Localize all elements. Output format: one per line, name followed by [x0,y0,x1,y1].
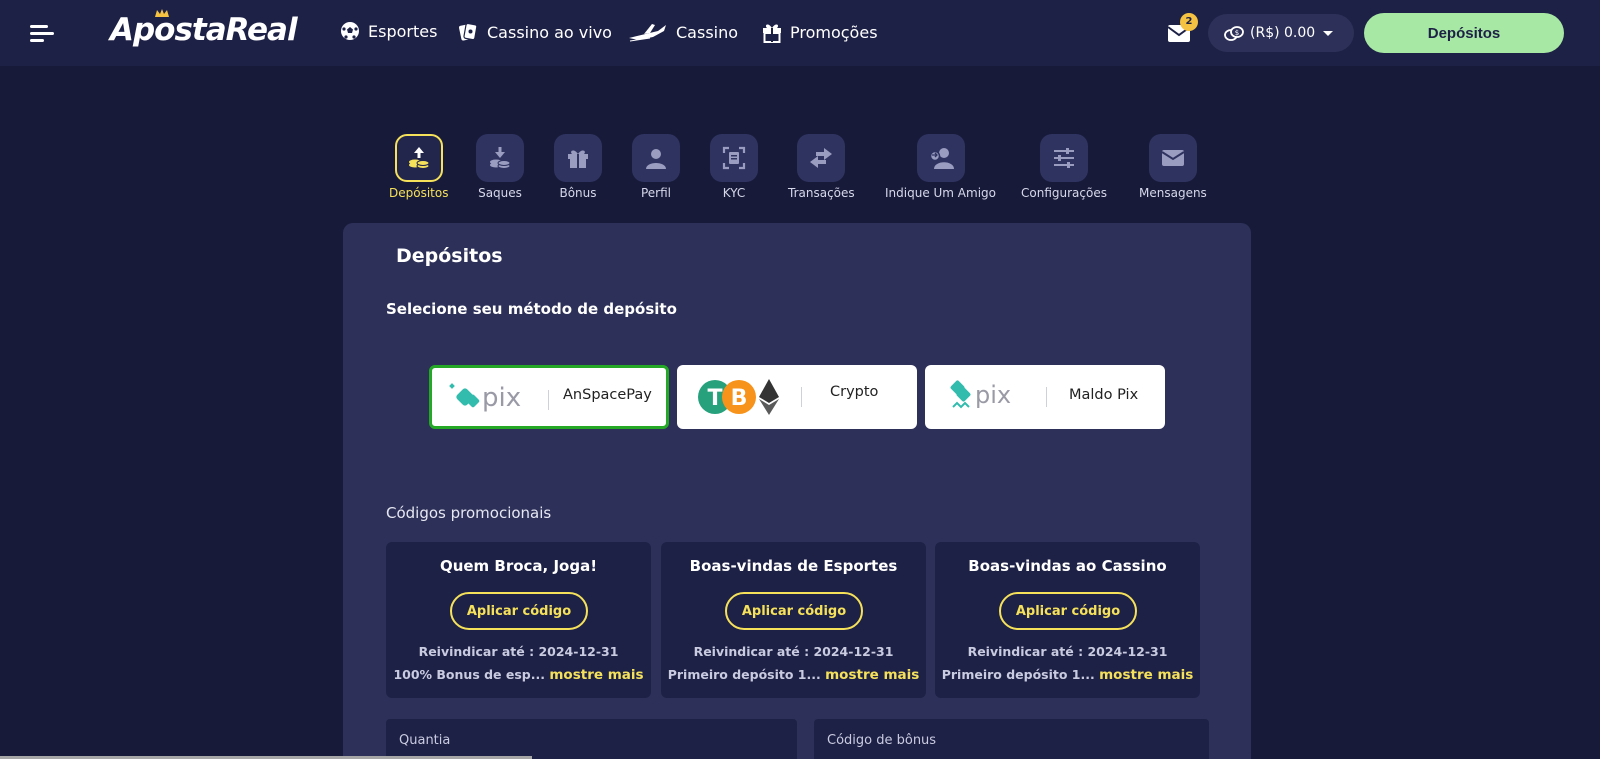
method-maldo-pix[interactable]: pix Maldo Pix [925,365,1165,429]
refer-friend-icon [916,134,965,182]
tab-label: Depósitos [389,186,449,200]
gift-icon [554,134,602,182]
transfer-arrows-icon [797,134,846,182]
deposit-button[interactable]: Depósitos [1364,13,1564,53]
tab-transacoes[interactable]: Transações [788,134,855,200]
soccer-ball-icon [341,22,359,40]
method-anspacepay[interactable]: pix AnSpacePay [429,365,669,429]
tab-mensagens[interactable]: Mensagens [1139,134,1207,200]
gift-icon [763,24,781,43]
nav-label: Promoções [790,22,878,42]
apply-code-button[interactable]: Aplicar código [725,592,863,630]
crypto-coins-icon: TB [698,379,779,415]
tab-indique-um-amigo[interactable]: Indique Um Amigo [885,134,996,200]
promo-description: Primeiro depósito 1... mostre mais [661,667,926,683]
method-name: Maldo Pix [1069,387,1139,403]
promo-title: Quem Broca, Joga! [439,557,598,575]
show-more-link[interactable]: mostre mais [825,667,919,683]
pix-logo-icon: pix [449,383,521,413]
svg-text:T: T [707,386,722,411]
chevron-down-icon [1323,31,1334,36]
nav-label: Cassino ao vivo [487,22,612,42]
promo-desc-text: 100% Bonus de esp... [393,667,545,682]
bonus-code-label: Código de bônus [827,733,937,748]
divider [801,387,802,407]
tab-configuracoes[interactable]: Configurações [1021,134,1107,200]
balance-amount: (R$) 0.00 [1250,25,1316,41]
show-more-link[interactable]: mostre mais [1099,667,1193,683]
crown-icon [155,9,169,17]
svg-text:B: B [731,386,748,411]
promo-heading: Códigos promocionais [386,504,552,522]
method-name: AnSpacePay [563,387,652,403]
promo-title: Boas-vindas de Esportes [689,557,898,575]
promo-title: Boas-vindas ao Cassino [968,557,1167,575]
tab-label: Perfil [640,186,672,200]
claim-deadline: Reivindicar até : 2024-12-31 [693,644,894,659]
tab-label: Saques [478,186,522,200]
nav-cassino-ao-vivo[interactable]: Cassino ao vivo [457,21,612,43]
bonus-code-field[interactable]: Código de bônus [814,719,1209,759]
user-icon [632,134,680,182]
envelope-icon [1148,134,1197,182]
tab-kyc[interactable]: KYC [710,134,758,200]
id-scan-icon [710,134,758,182]
method-prompt: Selecione seu método de depósito [386,300,677,318]
show-more-link[interactable]: mostre mais [549,667,643,683]
tab-label: Bônus [559,186,597,200]
divider [1046,387,1047,407]
page-title: Depósitos [396,245,503,267]
cards-icon [459,22,478,41]
tab-perfil[interactable]: Perfil [632,134,680,200]
promo-desc-text: Primeiro depósito 1... [941,667,1095,682]
tab-label: Indique Um Amigo [885,186,996,200]
tab-label: Mensagens [1139,186,1207,200]
nav-esportes[interactable]: Esportes [340,21,437,41]
tab-label: Configurações [1021,186,1107,200]
tab-label: KYC [722,186,746,200]
sliders-icon [1039,134,1088,182]
claim-deadline: Reivindicar até : 2024-12-31 [967,644,1168,659]
method-name: Crypto [830,384,879,400]
apply-code-button[interactable]: Aplicar código [450,592,588,630]
balance-dropdown[interactable]: $ (R$) 0.00 [1208,14,1354,52]
svg-text:pix: pix [975,381,1011,409]
pix-logo-icon: pix [950,380,1011,409]
divider [548,390,549,410]
airplane-icon [629,24,666,42]
nav-cassino[interactable]: Cassino [628,21,738,43]
promo-card: Boas-vindas de Esportes Aplicar código R… [661,542,926,698]
method-crypto[interactable]: TB Crypto [677,365,917,429]
tab-bonus[interactable]: Bônus [554,134,602,200]
nav-label: Cassino [676,22,739,42]
nav-label: Esportes [368,21,438,41]
promo-card: Quem Broca, Joga! Aplicar código Reivind… [386,542,651,698]
claim-deadline: Reivindicar até : 2024-12-31 [418,644,619,659]
deposit-icon [394,134,443,182]
notification-badge: 2 [1180,13,1198,31]
promo-description: Primeiro depósito 1... mostre mais [935,667,1200,683]
logo[interactable]: ApostaReal [110,12,298,48]
amount-field[interactable]: Quantia [386,719,797,759]
amount-label: Quantia [399,733,451,748]
promo-desc-text: Primeiro depósito 1... [667,667,821,682]
promo-card: Boas-vindas ao Cassino Aplicar código Re… [935,542,1200,698]
promo-description: 100% Bonus de esp... mostre mais [386,667,651,683]
coins-icon: $ [1224,26,1244,41]
withdraw-icon [476,134,524,182]
tab-label: Transações [788,186,855,200]
svg-text:pix: pix [482,383,521,413]
nav-promocoes[interactable]: Promoções [762,21,878,43]
tab-saques[interactable]: Saques [476,134,524,200]
svg-text:$: $ [1235,29,1239,37]
apply-code-button[interactable]: Aplicar código [999,592,1137,630]
tab-depositos[interactable]: Depósitos [389,134,448,200]
menu-icon[interactable] [30,25,54,43]
